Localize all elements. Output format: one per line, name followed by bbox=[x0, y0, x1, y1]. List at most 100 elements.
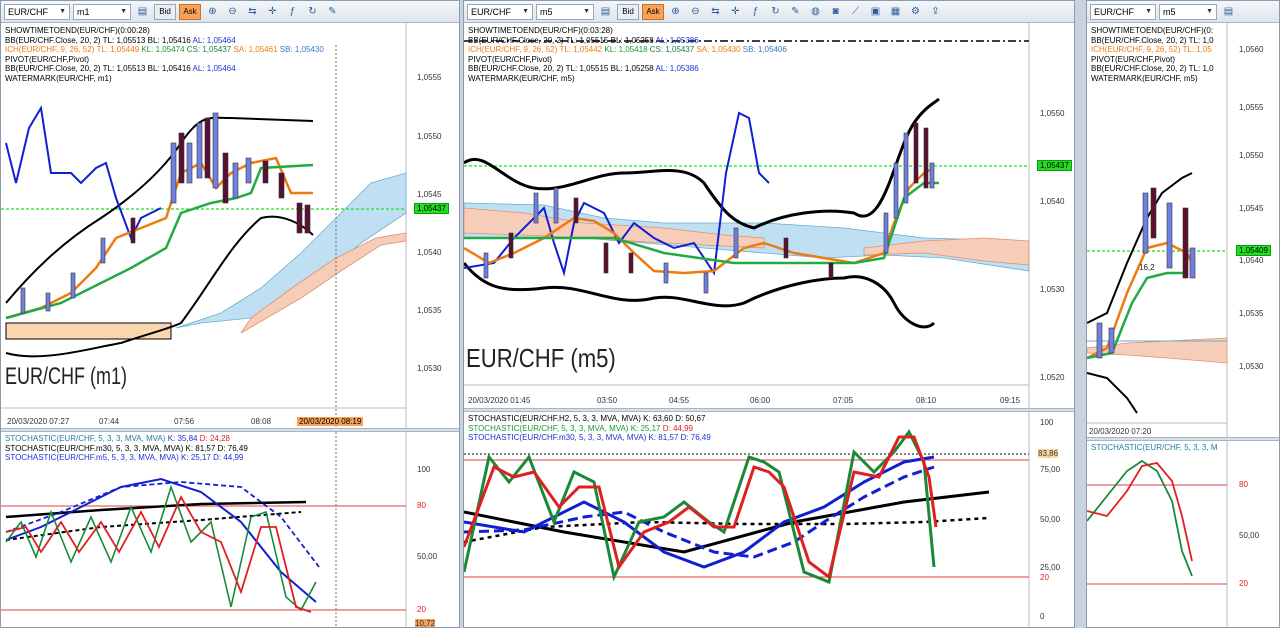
price-axis-label: 1,0555 bbox=[1239, 103, 1264, 112]
legend-item: TL: 1,05515 bbox=[565, 35, 609, 45]
legend-item: D: 76,49 bbox=[680, 433, 711, 442]
price-chart[interactable]: SHOWTIMETOEND(EUR/CHF)(0:00:28) BB(EUR/C… bbox=[1, 23, 459, 428]
globe-icon[interactable]: ◍ bbox=[807, 4, 824, 20]
symbol-value: EUR/CHF bbox=[1094, 6, 1134, 17]
time-axis-label: 04:55 bbox=[669, 396, 690, 405]
legend-item: AL: 1,05386 bbox=[655, 64, 699, 73]
camera-icon[interactable]: ◙ bbox=[827, 4, 844, 20]
image-icon[interactable]: ▣ bbox=[867, 4, 884, 20]
price-axis-label: 1,0535 bbox=[1239, 309, 1264, 318]
legend-line: SHOWTIMETOEND(EUR/CHF)(0:03:28) bbox=[468, 26, 613, 35]
price-chart[interactable]: SHOWTIMETOEND(EUR/CHF)(0: BB(EUR/CHF.Clo… bbox=[1087, 23, 1279, 441]
symbol-select[interactable]: EUR/CHF ▼ bbox=[1090, 3, 1156, 20]
chevron-down-icon: ▼ bbox=[59, 8, 66, 15]
legend-item: STOCHASTIC(EUR/CHF.m5, 5, 3, 3, MVA, MVA… bbox=[5, 453, 179, 462]
legend-item: BB(EUR/CHF.Close, 20, 2) bbox=[5, 64, 101, 73]
export-icon[interactable]: ⇪ bbox=[927, 4, 944, 20]
legend-line: ICH(EUR/CHF, 9, 26, 52) TL: 1,05442 KL: … bbox=[468, 45, 787, 55]
chart-toolbar: EUR/CHF ▼ m5 ▼ ▤ Bid Ask ⊕ ⊖ ⇆ ✛ ƒ ↻ ✎ ◍ ◙… bbox=[464, 1, 1074, 23]
time-axis-label: 09:15 bbox=[1000, 396, 1021, 405]
time-axis-label: 07:56 bbox=[174, 417, 195, 426]
timeframe-select[interactable]: m5 ▼ bbox=[1159, 3, 1217, 20]
legend-line: BB(EUR/CHF.Close, 20, 2) TL: 1,05513 BL:… bbox=[5, 64, 324, 74]
chart-toolbar: EUR/CHF ▼ m5 ▼ ▤ bbox=[1087, 1, 1279, 23]
legend-item: SA: 1,05430 bbox=[696, 45, 741, 54]
price-axis-label: 1,0550 bbox=[1040, 109, 1065, 118]
legend-item: ICH(EUR/CHF, 9, 26, 52) bbox=[1091, 45, 1181, 54]
legend-item: CS: 1,05437 bbox=[649, 45, 695, 54]
stoch-axis-label: 75,00 bbox=[1040, 465, 1061, 474]
stoch-axis-label: 80 bbox=[1239, 480, 1248, 489]
legend-item: TL: 1,05449 bbox=[96, 45, 140, 54]
layout-icon[interactable]: ▦ bbox=[887, 4, 904, 20]
price-axis-label: 1,0530 bbox=[1040, 285, 1065, 294]
bid-button[interactable]: Bid bbox=[154, 3, 176, 20]
legend-item: K: 25,17 bbox=[181, 453, 211, 462]
indicator-icon[interactable]: ƒ bbox=[284, 4, 301, 20]
legend-line: ICH(EUR/CHF, 9, 26, 52) TL: 1,05449 KL: … bbox=[5, 45, 324, 55]
current-price-tag: 1,05409 bbox=[1236, 245, 1271, 256]
indicator-legend: SHOWTIMETOEND(EUR/CHF)(0: BB(EUR/CHF.Clo… bbox=[1091, 26, 1214, 83]
price-axis-label: 1,0530 bbox=[1239, 362, 1264, 371]
crosshair-icon[interactable]: ✛ bbox=[727, 4, 744, 20]
price-axis-label: 1,0560 bbox=[1239, 45, 1264, 54]
time-axis-label: 20/03/2020 07:27 bbox=[7, 417, 70, 426]
legend-line: STOCHASTIC(EUR/CHF.m30, 5, 3, 3, MVA, MV… bbox=[468, 433, 711, 443]
scroll-icon[interactable]: ⇆ bbox=[244, 4, 261, 20]
scroll-icon[interactable]: ⇆ bbox=[707, 4, 724, 20]
chart-type-icon[interactable]: ▤ bbox=[134, 4, 151, 20]
current-price-tag: 1,05437 bbox=[414, 203, 449, 214]
legend-item: AL: 1,05464 bbox=[192, 35, 236, 45]
legend-line: PIVOT(EUR/CHF,Pivot) bbox=[468, 54, 553, 64]
legend-line: BB(EUR/CHF.Close, 20, 2) TL: 1,05513 BL:… bbox=[5, 36, 324, 46]
legend-line: ICH(EUR/CHF, 9, 26, 52) TL: 1,05 bbox=[1091, 45, 1214, 55]
refresh-icon[interactable]: ↻ bbox=[304, 4, 321, 20]
bid-button[interactable]: Bid bbox=[617, 3, 639, 20]
timeframe-select[interactable]: m1 ▼ bbox=[73, 3, 131, 20]
legend-line: BB(EUR/CHF.Close, 20, 2) TL: 1,05515 BL:… bbox=[468, 64, 787, 74]
legend-item: D: 44,99 bbox=[213, 453, 244, 462]
legend-line: SHOWTIMETOEND(EUR/CHF)(0:00:28) bbox=[5, 26, 150, 35]
chevron-down-icon: ▼ bbox=[120, 8, 127, 15]
stoch-axis-label: 20 bbox=[417, 605, 426, 614]
indicator-icon[interactable]: ƒ bbox=[747, 4, 764, 20]
stochastic-chart[interactable]: STOCHASTIC(EUR/CHF, 5, 3, 3, MVA, MVA) K… bbox=[1, 432, 459, 628]
stochastic-chart-canvas bbox=[464, 412, 1030, 627]
legend-item: TL: 1,05513 bbox=[102, 64, 146, 73]
stochastic-chart[interactable]: STOCHASTIC(EUR/CHF.H2, 5, 3, 3, MVA, MVA… bbox=[464, 412, 1074, 627]
chart-type-icon[interactable]: ▤ bbox=[1220, 4, 1237, 20]
zoom-in-icon[interactable]: ⊕ bbox=[667, 4, 684, 20]
chevron-down-icon: ▼ bbox=[1206, 8, 1213, 15]
timeframe-value: m1 bbox=[77, 6, 90, 17]
legend-item: K: 81,57 bbox=[185, 443, 216, 453]
zoom-out-icon[interactable]: ⊖ bbox=[224, 4, 241, 20]
zoom-in-icon[interactable]: ⊕ bbox=[204, 4, 221, 20]
ask-button[interactable]: Ask bbox=[179, 3, 201, 20]
refresh-icon[interactable]: ↻ bbox=[767, 4, 784, 20]
ruler-icon[interactable]: ⟋ bbox=[847, 4, 864, 20]
symbol-select[interactable]: EUR/CHF ▼ bbox=[467, 3, 533, 20]
ask-button[interactable]: Ask bbox=[642, 3, 664, 20]
stoch-axis-label: 10,72 bbox=[415, 619, 436, 628]
zoom-out-icon[interactable]: ⊖ bbox=[687, 4, 704, 20]
price-chart[interactable]: SHOWTIMETOEND(EUR/CHF)(0:03:28) BB(EUR/C… bbox=[464, 23, 1074, 411]
crosshair-icon[interactable]: ✛ bbox=[264, 4, 281, 20]
price-axis-label: 1,0520 bbox=[1040, 373, 1065, 382]
stochastic-chart[interactable]: STOCHASTIC(EUR/CHF, 5, 3, 3, M 80 50,00 … bbox=[1087, 441, 1279, 627]
legend-item: AL: 1,05386 bbox=[655, 35, 699, 45]
legend-line: WATERMARK(EUR/CHF, m1) bbox=[5, 73, 112, 83]
timeframe-select[interactable]: m5 ▼ bbox=[536, 3, 594, 20]
price-axis-label: 1,0540 bbox=[1239, 256, 1264, 265]
chart-annotation: 16,2 bbox=[1139, 263, 1155, 272]
draw-icon[interactable]: ✎ bbox=[787, 4, 804, 20]
legend-item: TL: 1,0 bbox=[1188, 64, 1214, 73]
symbol-select[interactable]: EUR/CHF ▼ bbox=[4, 3, 70, 20]
settings-icon[interactable]: ⚙ bbox=[907, 4, 924, 20]
legend-item: BB(EUR/CHF.Close, 20, 2) bbox=[1091, 35, 1187, 45]
indicator-legend: SHOWTIMETOEND(EUR/CHF)(0:03:28) BB(EUR/C… bbox=[468, 26, 787, 83]
chart-type-icon[interactable]: ▤ bbox=[597, 4, 614, 20]
legend-item: D: 50,67 bbox=[675, 414, 706, 423]
legend-item: BL: 1,05258 bbox=[610, 35, 654, 45]
draw-icon[interactable]: ✎ bbox=[324, 4, 341, 20]
legend-line: PIVOT(EUR/CHF,Pivot) bbox=[5, 54, 90, 64]
